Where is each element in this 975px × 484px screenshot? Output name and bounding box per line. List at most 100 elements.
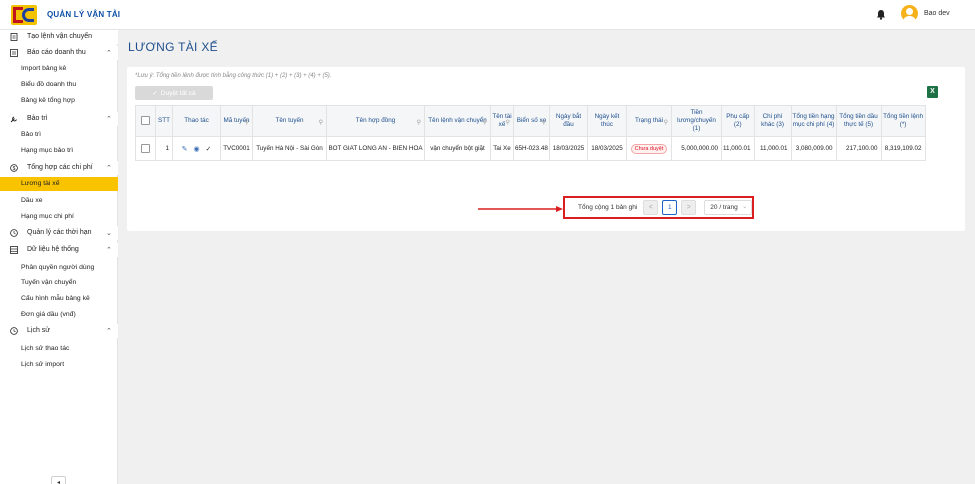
page-title: LƯƠNG TÀI XẾ: [128, 40, 218, 54]
approve-all-button[interactable]: ✓ Duyệt tất cả: [135, 86, 213, 100]
view-icon[interactable]: ◉: [193, 145, 199, 153]
sidebar-item-dau-xe[interactable]: Dầu xe: [0, 194, 118, 208]
table-header-row: STT Thao tác Mã tuyến ⚲ Tên tuyến ⚲ Tên hợp đồ…: [135, 105, 926, 137]
prev-page-button[interactable]: <: [643, 200, 659, 215]
report-icon: [10, 49, 18, 57]
select-all-cell: [135, 105, 156, 137]
excel-export-icon[interactable]: X: [927, 86, 938, 98]
column-header: STT: [155, 105, 173, 137]
table-body: 1 ✎ ◉ ✓ TVC0001 Tuyến Hà Nội - Sài Gòn BOT GIA…: [135, 136, 926, 161]
chevron-down-icon: ⌄: [742, 204, 748, 210]
bell-icon[interactable]: [876, 9, 886, 20]
column-header: Tên tài xế ⚲: [490, 105, 514, 137]
user-name[interactable]: Bao dev: [924, 10, 950, 17]
table-row[interactable]: 1 ✎ ◉ ✓ TVC0001 Tuyến Hà Nội - Sài Gòn BOT GIA…: [135, 136, 926, 161]
row-checkbox[interactable]: [141, 144, 150, 153]
sidebar-item-cau-hinh-mau-bang-ke[interactable]: Cấu hình mẫu bảng kê: [0, 292, 118, 306]
sidebar-item-luong-tai-xe[interactable]: Lương tài xế: [0, 177, 118, 191]
formula-note: *Lưu ý: Tổng tiền lệnh được tính bằng cô…: [135, 73, 332, 79]
next-page-button[interactable]: >: [681, 200, 697, 215]
sidebar-item-label: Import bảng kê: [21, 65, 67, 72]
sidebar-item-label: Đơn giá dầu (vnđ): [21, 311, 76, 318]
sidebar-group-du-lieu-he-thong[interactable]: Dữ liệu hệ thống ⌃: [0, 243, 118, 257]
column-header: Ngày kết thúc: [587, 105, 627, 137]
edit-icon[interactable]: ✎: [182, 145, 188, 153]
sidebar-item-import-bang-ke[interactable]: Import bảng kê: [0, 62, 118, 76]
sidebar-item-label: Phân quyền người dùng: [21, 264, 95, 271]
sidebar-item-phan-quyen-nguoi-dung[interactable]: Phân quyền người dùng: [0, 261, 118, 275]
sidebar-item-label: Hạng mục chi phí: [21, 213, 74, 220]
sidebar-group-quan-ly-cac-thoi-han[interactable]: Quản lý các thời hạn ⌄: [0, 226, 118, 240]
sidebar-item-bao-tri[interactable]: Bảo trì: [0, 128, 118, 142]
sidebar-collapse-button[interactable]: ◂: [51, 476, 66, 484]
approve-icon[interactable]: ✓: [206, 145, 212, 153]
column-header-label: Tên lệnh vận chuyển: [428, 117, 487, 124]
column-header-label: Chi phí khác (3): [761, 113, 784, 128]
column-header: Biển số xe ⚲: [513, 105, 550, 137]
column-header-label: Tổng tiền lệnh (*): [883, 113, 923, 128]
sidebar-item-label: Dầu xe: [21, 197, 43, 204]
salary-table: STT Thao tác Mã tuyến ⚲ Tên tuyến ⚲ Tên hợp đồ…: [135, 105, 926, 161]
column-header: Phụ cấp (2): [721, 105, 755, 137]
sidebar-item-lich-su-thao-tac[interactable]: Lịch sử thao tác: [0, 342, 118, 356]
column-header-label: Ngày bắt đầu: [555, 113, 582, 128]
stt-cell: 1: [155, 136, 173, 161]
column-header-label: Tên hợp đồng: [355, 117, 396, 124]
sidebar-item-don-gia-dau-vnd[interactable]: Đơn giá dầu (vnđ): [0, 308, 118, 322]
sidebar-item-lich-su-import[interactable]: Lịch sử import: [0, 358, 118, 372]
cell-ngay-bat-dau: 18/03/2025: [549, 136, 588, 161]
database-icon: [10, 246, 18, 254]
sidebar-group-label: Dữ liệu hệ thống: [27, 246, 79, 253]
search-icon[interactable]: ⚲: [664, 119, 668, 127]
approve-all-label: Duyệt tất cả: [160, 89, 196, 97]
search-icon[interactable]: ⚲: [319, 119, 323, 127]
sidebar-group-label: Bảo trì: [27, 115, 48, 122]
search-icon[interactable]: ⚲: [417, 119, 421, 127]
sidebar-item-bang-ke-tong-hop[interactable]: Bảng kê tổng hợp: [0, 94, 118, 108]
chevron-up-icon: ⌃: [106, 116, 112, 123]
column-header: Tổng tiền hạng mục chi phí (4): [790, 105, 837, 137]
user-avatar[interactable]: [901, 5, 918, 22]
cell-bien-so: 65H-023.48: [513, 136, 550, 161]
cell-ngay-ket-thuc: 18/03/2025: [587, 136, 627, 161]
sidebar-item-hang-muc-bao-tri[interactable]: Hạng mục bảo trì: [0, 144, 118, 158]
select-all-checkbox[interactable]: [141, 116, 150, 126]
search-icon[interactable]: ⚲: [483, 119, 487, 127]
sidebar-item-hang-muc-chi-phi[interactable]: Hạng mục chi phí: [0, 210, 118, 224]
column-header-label: Tên tuyến: [275, 117, 304, 124]
sidebar-item-bieu-do-doanh-thu[interactable]: Biểu đồ doanh thu: [0, 78, 118, 92]
sidebar-group-label: Tạo lệnh vận chuyển: [27, 33, 92, 40]
search-icon[interactable]: ⚲: [506, 119, 510, 127]
column-header: Tên tuyến ⚲: [252, 105, 327, 137]
cell-tai-xe: Tai Xe: [490, 136, 514, 161]
column-header-label: Tổng tiền hạng mục chi phí (4): [792, 113, 835, 128]
sidebar-group-lich-su[interactable]: Lịch sử ⌃: [0, 324, 118, 338]
sidebar: Tạo lệnh vận chuyển Báo cáo doanh thu ⌃ Imp…: [0, 30, 118, 484]
sidebar-item-tuyen-van-chuyen[interactable]: Tuyến vận chuyển: [0, 276, 118, 290]
column-header-label: Trạng thái: [634, 117, 664, 124]
cell-tong-lenh: 8,319,109.02: [880, 136, 926, 161]
top-header: QUẢN LÝ VẬN TẢI Bao dev: [0, 0, 975, 30]
sidebar-item-label: Cấu hình mẫu bảng kê: [21, 295, 90, 302]
current-page[interactable]: 1: [662, 200, 678, 215]
cell-ten-lenh: vận chuyển bột giặt: [424, 136, 491, 161]
column-header-label: Thao tác: [184, 117, 209, 124]
sidebar-group-tong-hop-cac-chi-phi[interactable]: $ Tổng hợp các chi phí ⌃: [0, 161, 118, 175]
chevron-down-icon: ⌄: [106, 230, 112, 237]
sidebar-group-bao-tri[interactable]: Bảo trì ⌃: [0, 112, 118, 126]
search-icon[interactable]: ⚲: [542, 119, 546, 127]
wrench-icon: [10, 116, 17, 123]
page-size-select[interactable]: 20 / trang ⌄: [704, 200, 753, 215]
page-size-value: 20 / trang: [710, 204, 738, 211]
dollar-icon: $: [10, 164, 18, 172]
sidebar-group-bao-cao-doanh-thu[interactable]: Báo cáo doanh thu ⌃: [0, 46, 118, 60]
cell-ten-hop-dong: BOT GIAT LONG AN - BIEN HOA: [326, 136, 425, 161]
cell-tong-hang-muc: 3,080,009.00: [790, 136, 837, 161]
search-icon[interactable]: ⚲: [245, 119, 249, 127]
company-logo[interactable]: [11, 5, 37, 25]
column-header: Tổng tiền lệnh (*): [880, 105, 926, 137]
sidebar-group-tao-lenh-van-chuyen[interactable]: Tạo lệnh vận chuyển: [0, 30, 118, 44]
total-records: Tổng cộng 1 bản ghi: [578, 204, 638, 211]
sidebar-group-label: Lịch sử: [27, 327, 50, 334]
cell-chi-phi-khac: 11,000.01: [753, 136, 792, 161]
